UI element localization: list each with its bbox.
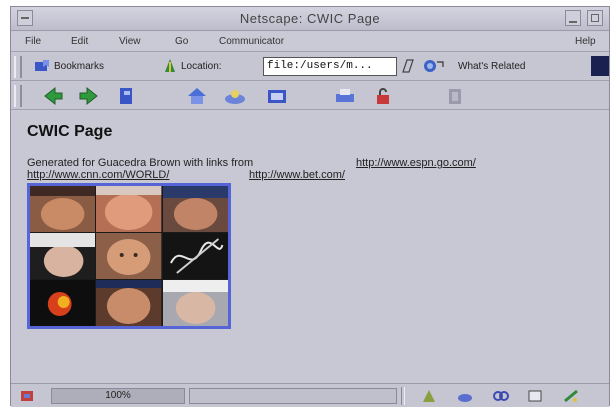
bet-link[interactable]: http://www.bet.com/	[249, 169, 345, 181]
mosaic-tile-face[interactable]	[96, 280, 162, 326]
navigator-icon[interactable]	[421, 388, 437, 404]
reload-icon[interactable]	[115, 85, 139, 107]
search-icon[interactable]	[223, 85, 247, 107]
status-bar: 100%	[11, 383, 609, 407]
status-separator	[401, 387, 405, 405]
progress-bar: 100%	[51, 388, 185, 404]
bookmarks-label[interactable]: Bookmarks	[54, 61, 104, 72]
url-input[interactable]: file:/users/m...	[263, 57, 397, 76]
toolbar-grip[interactable]	[14, 85, 22, 107]
mosaic-tile-face[interactable]	[162, 186, 228, 232]
composer-icon[interactable]	[527, 388, 543, 404]
window-title: Netscape: CWIC Page	[239, 11, 381, 26]
page-content: CWIC Page Generated for Guacedra Brown w…	[13, 111, 609, 381]
whats-related-icon[interactable]	[423, 58, 447, 74]
mosaic-tile-face[interactable]	[30, 186, 96, 232]
stop-icon[interactable]	[443, 85, 467, 107]
menu-go[interactable]: Go	[175, 36, 188, 47]
component-bar-icon[interactable]	[563, 388, 579, 404]
mosaic-tile-face[interactable]	[30, 233, 96, 279]
image-mosaic[interactable]	[27, 183, 231, 329]
menu-file[interactable]: File	[25, 36, 41, 47]
location-toolbar: Bookmarks Location: file:/users/m... Wha…	[11, 53, 609, 81]
mosaic-tile-face[interactable]	[96, 233, 162, 279]
security-lock-icon[interactable]	[19, 388, 35, 404]
espn-link[interactable]: http://www.espn.go.com/	[356, 157, 476, 169]
menu-bar: File Edit View Go Communicator Help	[11, 32, 609, 52]
discussions-icon[interactable]	[493, 388, 509, 404]
mail-icon[interactable]	[457, 388, 473, 404]
mosaic-tile-face[interactable]	[96, 186, 162, 232]
navigation-toolbar	[11, 82, 609, 110]
menu-communicator[interactable]: Communicator	[219, 36, 284, 47]
forward-icon[interactable]	[77, 85, 101, 107]
menu-edit[interactable]: Edit	[71, 36, 88, 47]
cnn-link[interactable]: http://www.cnn.com/WORLD/	[27, 169, 169, 181]
browser-window: Netscape: CWIC Page File Edit View Go Co…	[10, 6, 610, 407]
toolbar-grip[interactable]	[14, 56, 22, 78]
location-label: Location:	[181, 61, 222, 72]
minimize-button[interactable]	[565, 10, 581, 26]
menu-help[interactable]: Help	[575, 36, 596, 47]
home-icon[interactable]	[185, 85, 209, 107]
bookmarks-icon[interactable]	[33, 59, 51, 73]
status-message	[189, 388, 397, 404]
page-title: CWIC Page	[27, 123, 113, 140]
page-proxy-icon[interactable]	[401, 58, 415, 74]
back-icon[interactable]	[41, 85, 65, 107]
mosaic-tile-face[interactable]	[162, 280, 228, 326]
title-bar[interactable]: Netscape: CWIC Page	[11, 7, 609, 31]
generated-text: Generated for Guacedra Brown with links …	[27, 157, 254, 169]
security-icon[interactable]	[371, 85, 395, 107]
maximize-button[interactable]	[587, 10, 603, 26]
guide-icon[interactable]	[265, 85, 289, 107]
location-icon	[165, 59, 175, 72]
netscape-logo-icon	[591, 56, 609, 76]
whats-related-label[interactable]: What's Related	[458, 61, 526, 72]
mosaic-tile-signature[interactable]	[162, 233, 228, 279]
print-icon[interactable]	[333, 85, 357, 107]
menu-view[interactable]: View	[119, 36, 141, 47]
mosaic-tile-logo[interactable]	[30, 280, 96, 326]
